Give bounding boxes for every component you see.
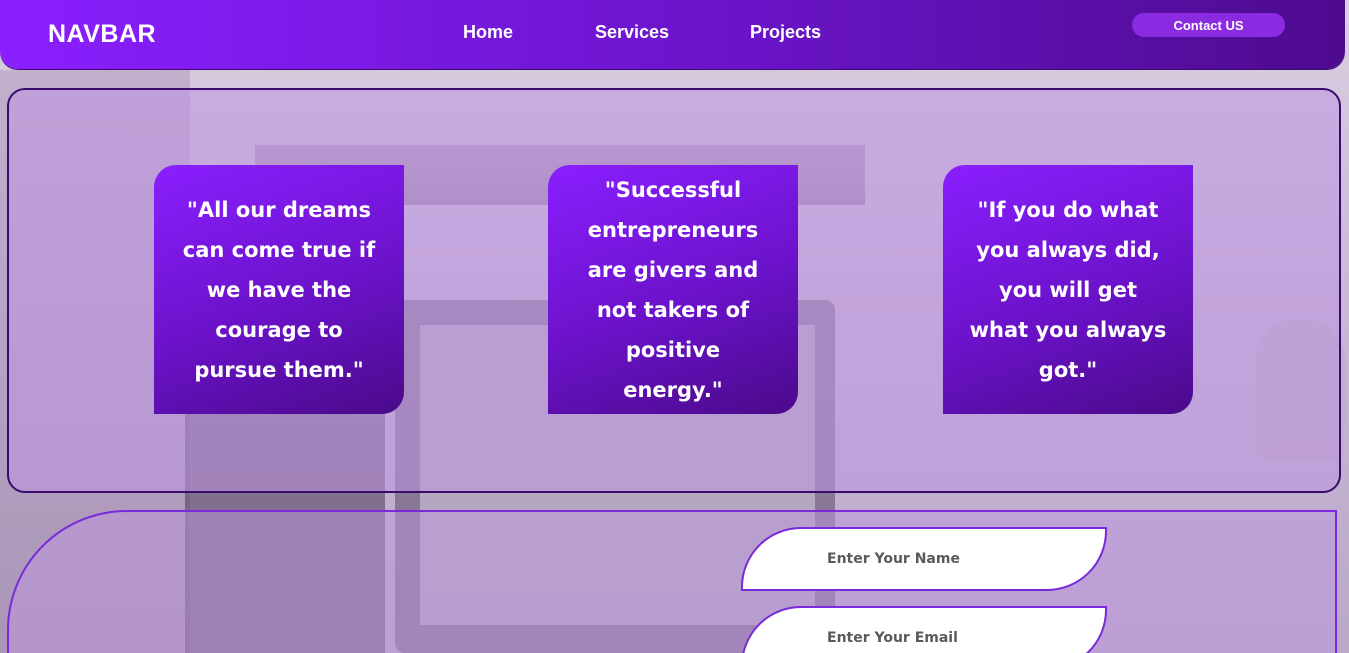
email-field[interactable] xyxy=(741,606,1107,653)
contact-us-button[interactable]: Contact US xyxy=(1132,13,1285,37)
quote-text: "If you do what you always did, you will… xyxy=(969,197,1167,382)
name-field[interactable] xyxy=(741,527,1107,591)
nav-link-services[interactable]: Services xyxy=(595,22,669,43)
quote-text: "All our dreams can come true if we have… xyxy=(182,197,376,382)
quote-card-1: "All our dreams can come true if we have… xyxy=(154,165,404,414)
name-input[interactable] xyxy=(825,550,1089,568)
nav-link-projects[interactable]: Projects xyxy=(750,22,821,43)
contact-form-panel xyxy=(7,510,1337,653)
email-input[interactable] xyxy=(825,629,1089,647)
nav-link-home[interactable]: Home xyxy=(463,22,513,43)
brand-logo[interactable]: NAVBAR xyxy=(48,20,156,49)
quote-card-3: "If you do what you always did, you will… xyxy=(943,165,1193,414)
quote-text: "Successful entrepreneurs are givers and… xyxy=(587,177,759,402)
navbar: NAVBAR Home Services Projects Contact US xyxy=(0,0,1345,69)
quote-card-2: "Successful entrepreneurs are givers and… xyxy=(548,165,798,414)
